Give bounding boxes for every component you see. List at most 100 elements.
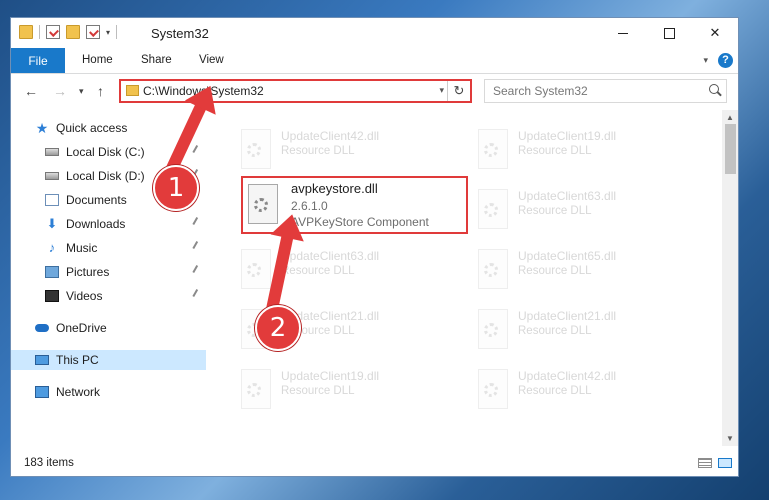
tab-share[interactable]: Share <box>141 54 172 66</box>
sidebar-item-music[interactable]: ♪ Music <box>11 238 206 258</box>
scroll-down-icon[interactable]: ▼ <box>726 434 734 443</box>
close-button[interactable]: ✕ <box>692 18 738 48</box>
sidebar-item-this-pc[interactable]: This PC <box>11 350 206 370</box>
window-controls: ✕ <box>600 18 738 48</box>
up-arrow-icon[interactable]: ↑ <box>97 83 104 99</box>
folder-icon <box>126 85 139 96</box>
file-item[interactable]: UpdateClient65.dll Resource DLL <box>468 244 688 296</box>
gear-icon <box>484 143 498 157</box>
sidebar-item-quick-access[interactable]: ★ Quick access <box>35 118 230 138</box>
file-name: UpdateClient21.dll <box>518 309 617 323</box>
search-input[interactable]: Search System32 <box>484 79 727 103</box>
sidebar-item-label: This PC <box>56 353 99 367</box>
details-view-icon[interactable] <box>698 458 712 468</box>
minimize-icon <box>618 32 628 34</box>
file-item[interactable]: UpdateClient63.dll Resource DLL <box>468 184 688 236</box>
vertical-scrollbar[interactable]: ▲ ▼ <box>722 110 738 446</box>
customize-icon[interactable] <box>86 25 100 39</box>
search-icon[interactable] <box>709 84 719 94</box>
dll-file-icon <box>478 189 508 229</box>
pin-icon[interactable] <box>192 265 202 275</box>
file-list: UpdateClient42.dll Resource DLL UpdateCl… <box>221 110 721 446</box>
window-title: System32 <box>151 26 209 41</box>
sidebar-item-label: Local Disk (C:) <box>66 145 145 159</box>
sidebar-item-label: Pictures <box>66 265 110 279</box>
file-item[interactable]: UpdateClient21.dll Resource DLL <box>468 304 688 356</box>
sidebar-item-label: Downloads <box>66 217 126 231</box>
file-name: avpkeystore.dll <box>291 181 378 196</box>
sidebar-item-label: OneDrive <box>56 321 107 335</box>
network-icon <box>35 386 49 398</box>
tab-file[interactable]: File <box>11 48 65 73</box>
pictures-icon <box>45 266 59 278</box>
dll-file-icon <box>478 369 508 409</box>
ribbon: File Home Share View ▾ ? <box>11 48 738 74</box>
scroll-thumb[interactable] <box>725 124 736 174</box>
help-icon[interactable]: ? <box>718 53 733 68</box>
sidebar-item-onedrive[interactable]: OneDrive <box>11 318 206 338</box>
file-name: UpdateClient42.dll <box>281 129 380 143</box>
properties-icon[interactable] <box>46 25 60 39</box>
explorer-window: ▾ System32 ✕ File Home Share View ▾ ? ← … <box>10 17 739 477</box>
maximize-button[interactable] <box>646 18 692 48</box>
file-name: UpdateClient65.dll <box>518 249 617 263</box>
dll-file-icon <box>478 249 508 289</box>
sidebar-item-network[interactable]: Network <box>11 382 206 402</box>
pin-icon[interactable] <box>192 145 202 155</box>
file-item[interactable]: UpdateClient42.dll Resource DLL <box>468 364 688 416</box>
file-description: AVPKeyStore Component <box>291 215 429 229</box>
file-name: UpdateClient42.dll <box>518 369 617 383</box>
address-bar[interactable]: C:\Windows\System32 ▾ ↻ <box>119 79 472 103</box>
sidebar-item-label: Network <box>56 385 101 399</box>
file-description: Resource DLL <box>518 325 592 337</box>
step-2-badge: 2 <box>255 305 301 351</box>
navigation-bar: ← → ▾ ↑ C:\Windows\System32 ▾ ↻ Search S… <box>11 74 738 108</box>
file-description: Resource DLL <box>518 265 592 277</box>
back-arrow-icon[interactable]: ← <box>24 83 38 99</box>
search-placeholder[interactable]: Search System32 <box>493 84 588 98</box>
file-description: Resource DLL <box>518 205 592 217</box>
file-name: UpdateClient19.dll <box>518 129 617 143</box>
tab-view[interactable]: View <box>199 54 224 66</box>
downloads-icon: ⬇ <box>46 216 58 231</box>
new-folder-icon[interactable] <box>66 25 80 39</box>
gear-icon <box>484 263 498 277</box>
disk-icon <box>45 148 59 156</box>
refresh-icon[interactable]: ↻ <box>447 81 470 101</box>
dll-file-icon <box>241 249 271 289</box>
tiles-view-icon[interactable] <box>718 458 732 468</box>
sidebar-item-label: Quick access <box>56 121 128 135</box>
maximize-icon <box>663 27 675 39</box>
sidebar-item-videos[interactable]: Videos <box>11 286 206 306</box>
status-bar: 183 items <box>11 448 738 476</box>
sidebar-item-label: Music <box>66 241 98 255</box>
pin-icon[interactable] <box>192 241 202 251</box>
tab-home[interactable]: Home <box>82 54 113 66</box>
scroll-up-icon[interactable]: ▲ <box>726 113 734 122</box>
sidebar-item-pictures[interactable]: Pictures <box>11 262 206 282</box>
file-item[interactable]: UpdateClient19.dll Resource DLL <box>468 124 688 176</box>
folder-icon <box>19 25 33 39</box>
sidebar-item-downloads[interactable]: ⬇ Downloads <box>11 214 206 234</box>
gear-icon <box>484 383 498 397</box>
file-description: Resource DLL <box>281 265 355 277</box>
quick-access-toolbar: ▾ <box>19 25 118 39</box>
gear-icon <box>247 383 261 397</box>
file-item[interactable]: UpdateClient42.dll Resource DLL <box>231 124 451 176</box>
pin-icon[interactable] <box>192 217 202 227</box>
close-icon: ✕ <box>709 25 721 40</box>
file-description: Resource DLL <box>518 385 592 397</box>
file-description: Resource DLL <box>281 385 355 397</box>
file-item[interactable]: UpdateClient19.dll Resource DLL <box>231 364 451 416</box>
item-count: 183 items <box>24 457 74 469</box>
file-item[interactable]: UpdateClient63.dll Resource DLL <box>231 244 451 296</box>
recent-locations-icon[interactable]: ▾ <box>79 86 84 97</box>
pin-icon[interactable] <box>192 289 202 299</box>
forward-arrow-icon[interactable]: → <box>53 83 67 99</box>
videos-icon <box>45 290 59 302</box>
chevron-down-icon[interactable]: ▾ <box>106 28 110 37</box>
gear-icon <box>254 198 268 212</box>
minimize-button[interactable] <box>600 18 646 48</box>
expand-ribbon-icon[interactable]: ▾ <box>703 55 708 66</box>
chevron-down-icon[interactable]: ▾ <box>439 85 444 96</box>
